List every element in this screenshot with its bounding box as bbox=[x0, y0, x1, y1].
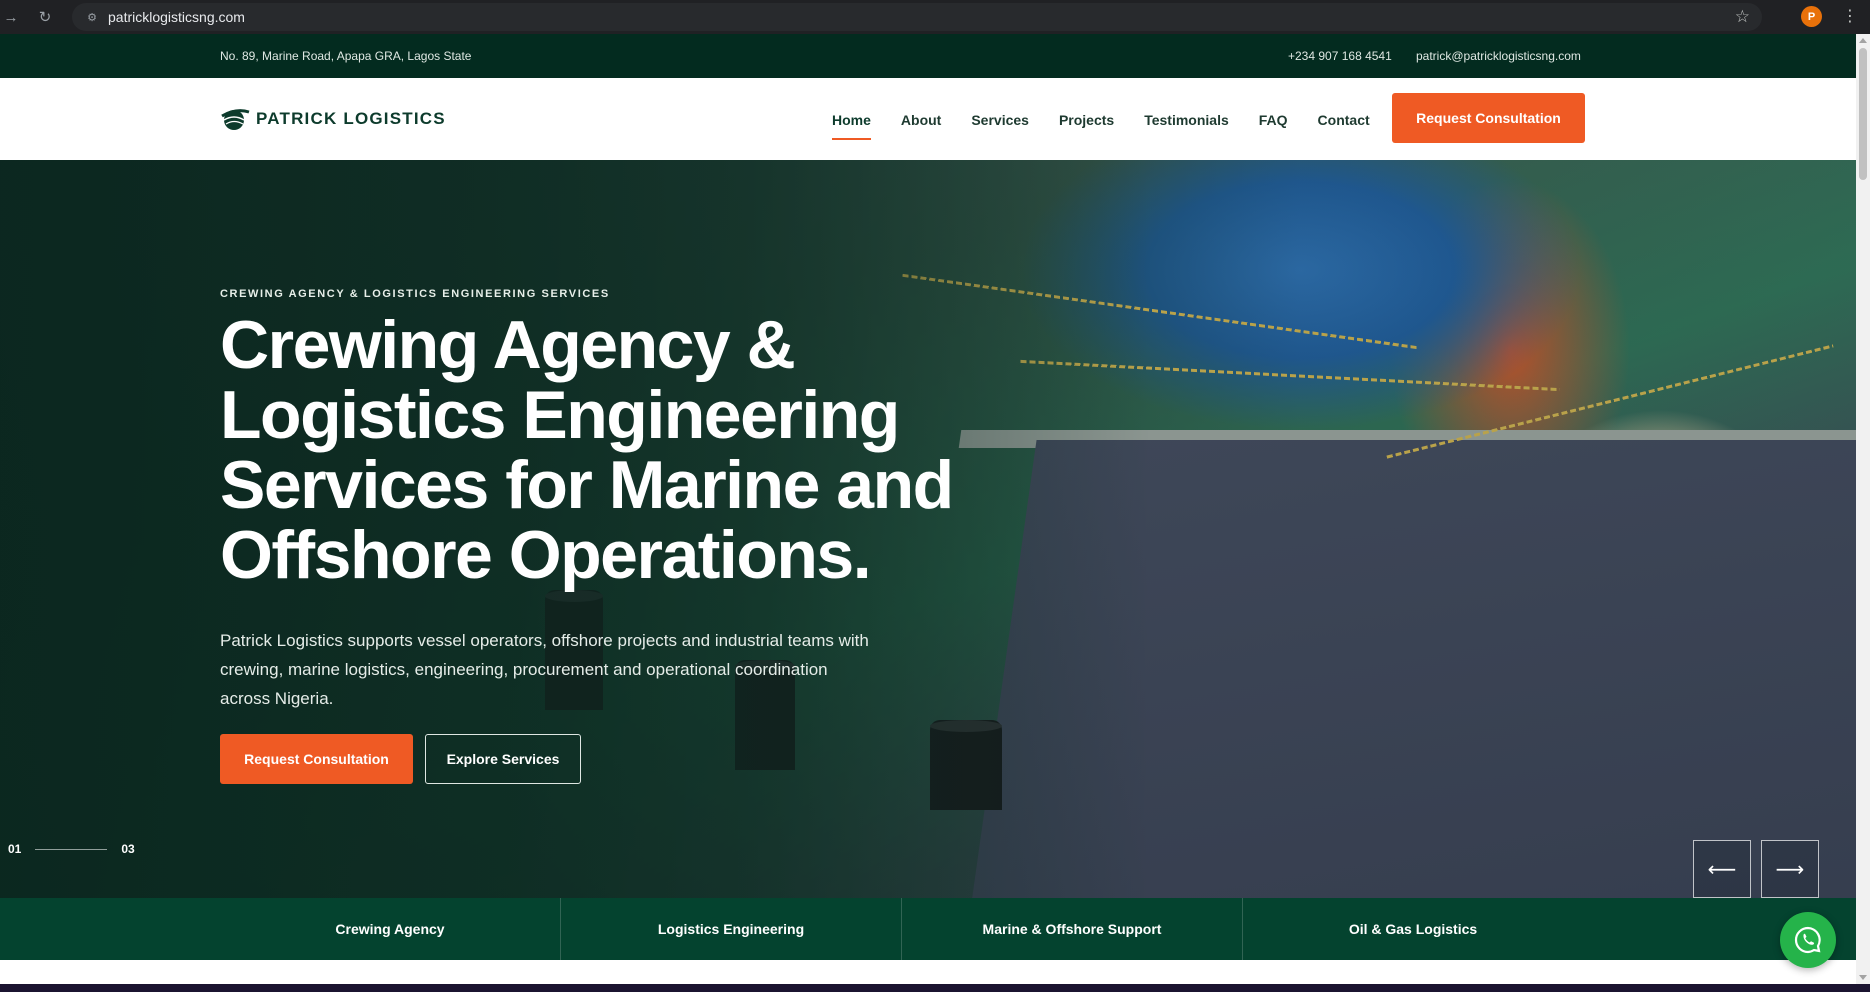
os-taskbar-edge bbox=[0, 984, 1870, 992]
nav-home[interactable]: Home bbox=[832, 112, 871, 140]
slide-counter: 01 03 bbox=[8, 842, 135, 856]
slide-prev-button[interactable]: ⟵ bbox=[1693, 840, 1751, 898]
hero-request-consultation-button[interactable]: Request Consultation bbox=[220, 734, 413, 784]
hero-explore-services-button[interactable]: Explore Services bbox=[425, 734, 581, 784]
nav-faq[interactable]: FAQ bbox=[1259, 112, 1288, 128]
site-info-icon[interactable]: ⚙ bbox=[82, 7, 102, 27]
scrollbar-thumb[interactable] bbox=[1859, 48, 1867, 180]
main-nav: Home About Services Projects Testimonial… bbox=[832, 112, 1370, 140]
page-viewport: No. 89, Marine Road, Apapa GRA, Lagos St… bbox=[0, 34, 1856, 984]
whatsapp-icon bbox=[1794, 926, 1821, 954]
hero-eyebrow: CREWING AGENCY & LOGISTICS ENGINEERING S… bbox=[220, 288, 610, 300]
globe-logo-icon bbox=[221, 109, 250, 130]
strip-item-logistics-engineering[interactable]: Logistics Engineering bbox=[561, 898, 901, 960]
whatsapp-chat-button[interactable] bbox=[1780, 912, 1836, 968]
slide-progress-line bbox=[35, 848, 108, 850]
strip-item-oil-gas-logistics[interactable]: Oil & Gas Logistics bbox=[1243, 898, 1583, 960]
nav-projects[interactable]: Projects bbox=[1059, 112, 1114, 128]
slide-total: 03 bbox=[121, 842, 135, 856]
url-text[interactable]: patricklogisticsng.com bbox=[108, 9, 245, 25]
topbar-phone[interactable]: +234 907 168 4541 bbox=[1288, 49, 1392, 63]
strip-item-crewing-agency[interactable]: Crewing Agency bbox=[220, 898, 560, 960]
hero-headline: Crewing Agency & Logistics Engineering S… bbox=[220, 307, 954, 593]
topbar-address: No. 89, Marine Road, Apapa GRA, Lagos St… bbox=[220, 49, 472, 63]
nav-testimonials[interactable]: Testimonials bbox=[1144, 112, 1229, 128]
address-bar[interactable]: ⚙ patricklogisticsng.com ☆ bbox=[72, 3, 1762, 31]
scroll-up-arrow-icon[interactable] bbox=[1859, 38, 1867, 43]
hero-lead: Patrick Logistics supports vessel operat… bbox=[220, 631, 869, 708]
slide-current: 01 bbox=[8, 842, 22, 856]
strip-item-marine-offshore-support[interactable]: Marine & Offshore Support bbox=[902, 898, 1242, 960]
nav-about[interactable]: About bbox=[901, 112, 941, 128]
brand-name: PATRICK LOGISTICS bbox=[256, 109, 446, 128]
arrow-right-icon: ⟶ bbox=[1775, 858, 1805, 881]
nav-services[interactable]: Services bbox=[971, 112, 1029, 128]
browser-menu-icon[interactable]: ⋮ bbox=[1840, 6, 1860, 28]
site-header: PATRICK LOGISTICS Home About Services Pr… bbox=[0, 78, 1856, 160]
profile-avatar[interactable]: P bbox=[1801, 6, 1822, 27]
slide-next-button[interactable]: ⟶ bbox=[1761, 840, 1819, 898]
reload-icon[interactable]: ↻ bbox=[34, 6, 56, 28]
hero-slider: CREWING AGENCY & LOGISTICS ENGINEERING S… bbox=[0, 160, 1856, 898]
page-scrollbar[interactable] bbox=[1856, 34, 1870, 984]
back-arrow-icon[interactable]: → bbox=[0, 6, 22, 28]
contact-topbar: No. 89, Marine Road, Apapa GRA, Lagos St… bbox=[0, 34, 1856, 78]
topbar-email[interactable]: patrick@patricklogisticsng.com bbox=[1416, 49, 1581, 63]
browser-toolbar: → ↻ ⚙ patricklogisticsng.com ☆ P ⋮ bbox=[0, 0, 1870, 34]
nav-contact[interactable]: Contact bbox=[1318, 112, 1370, 128]
scroll-down-arrow-icon[interactable] bbox=[1859, 975, 1867, 980]
arrow-left-icon: ⟵ bbox=[1707, 858, 1737, 881]
bookmark-star-icon[interactable]: ☆ bbox=[1735, 7, 1750, 27]
site-logo[interactable]: PATRICK LOGISTICS bbox=[220, 106, 446, 132]
services-strip: Crewing Agency Logistics Engineering Mar… bbox=[0, 898, 1856, 960]
next-section-edge bbox=[0, 960, 1856, 984]
header-request-consultation-button[interactable]: Request Consultation bbox=[1392, 93, 1585, 143]
